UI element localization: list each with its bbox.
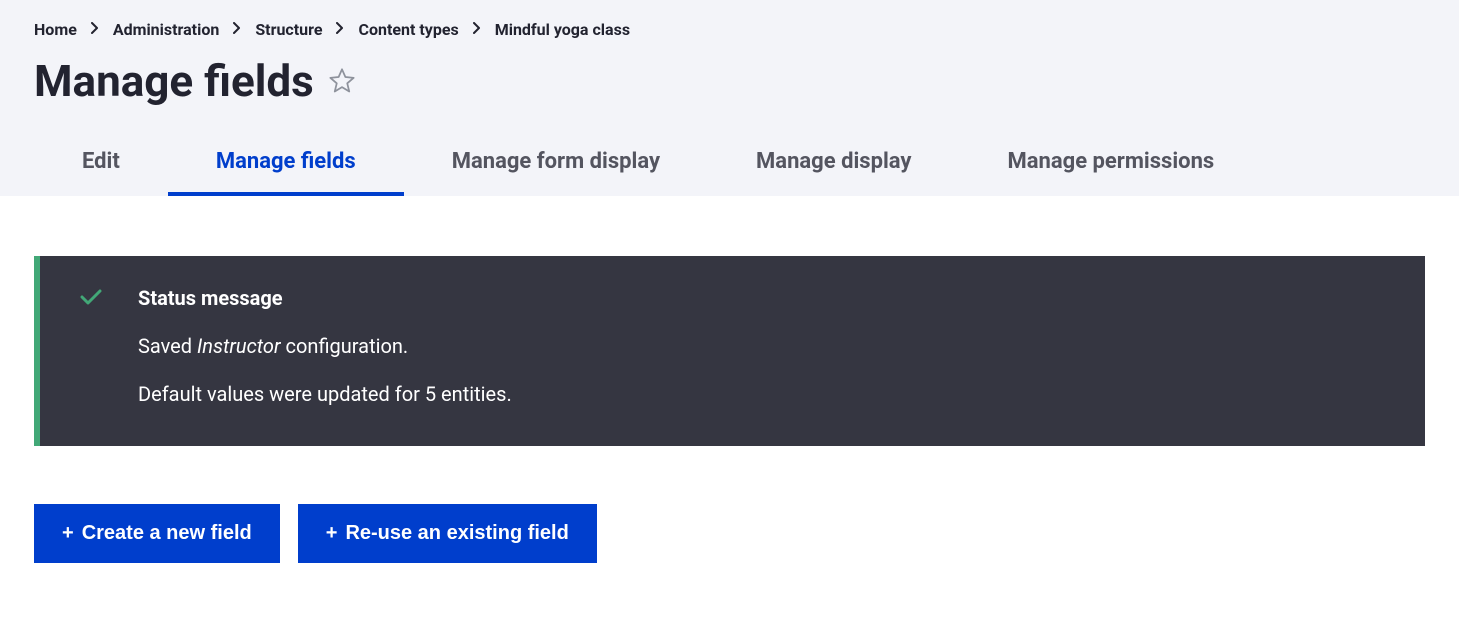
- reuse-existing-field-label: Re-use an existing field: [345, 522, 568, 545]
- breadcrumb-administration[interactable]: Administration: [113, 20, 220, 39]
- breadcrumb-content-types[interactable]: Content types: [358, 20, 458, 39]
- status-line-1-prefix: Saved: [138, 334, 197, 358]
- reuse-existing-field-button[interactable]: + Re-use an existing field: [298, 504, 597, 563]
- page-title: Manage fields: [34, 55, 314, 107]
- status-message: Status message Saved Instructor configur…: [34, 256, 1425, 446]
- check-icon: [80, 288, 102, 406]
- chevron-right-icon: [473, 22, 481, 37]
- plus-icon: +: [62, 522, 74, 545]
- header-region: Home Administration Structure Content ty…: [0, 0, 1459, 196]
- status-line-1: Saved Instructor configuration.: [138, 334, 512, 358]
- breadcrumb-mindful-yoga-class[interactable]: Mindful yoga class: [495, 20, 630, 39]
- breadcrumb-structure[interactable]: Structure: [255, 20, 322, 39]
- chevron-right-icon: [233, 22, 241, 37]
- tab-manage-fields[interactable]: Manage fields: [168, 135, 404, 196]
- tab-edit[interactable]: Edit: [34, 135, 168, 196]
- action-buttons: + Create a new field + Re-use an existin…: [34, 504, 1425, 563]
- create-new-field-button[interactable]: + Create a new field: [34, 504, 280, 563]
- plus-icon: +: [326, 522, 338, 545]
- status-line-1-suffix: configuration.: [281, 334, 409, 358]
- chevron-right-icon: [336, 22, 344, 37]
- tab-manage-permissions[interactable]: Manage permissions: [959, 135, 1262, 196]
- status-body: Status message Saved Instructor configur…: [138, 286, 512, 406]
- create-new-field-label: Create a new field: [82, 522, 252, 545]
- tabs: Edit Manage fields Manage form display M…: [34, 135, 1425, 196]
- status-line-2: Default values were updated for 5 entiti…: [138, 382, 512, 406]
- breadcrumb-home[interactable]: Home: [34, 20, 77, 39]
- status-title: Status message: [138, 286, 512, 310]
- status-line-1-em: Instructor: [197, 334, 281, 358]
- page-title-row: Manage fields: [34, 55, 1425, 107]
- tab-manage-display[interactable]: Manage display: [708, 135, 959, 196]
- content-region: Status message Saved Instructor configur…: [0, 196, 1459, 603]
- star-icon[interactable]: [328, 67, 356, 95]
- breadcrumb: Home Administration Structure Content ty…: [34, 20, 1425, 39]
- chevron-right-icon: [91, 22, 99, 37]
- tab-manage-form-display[interactable]: Manage form display: [404, 135, 708, 196]
